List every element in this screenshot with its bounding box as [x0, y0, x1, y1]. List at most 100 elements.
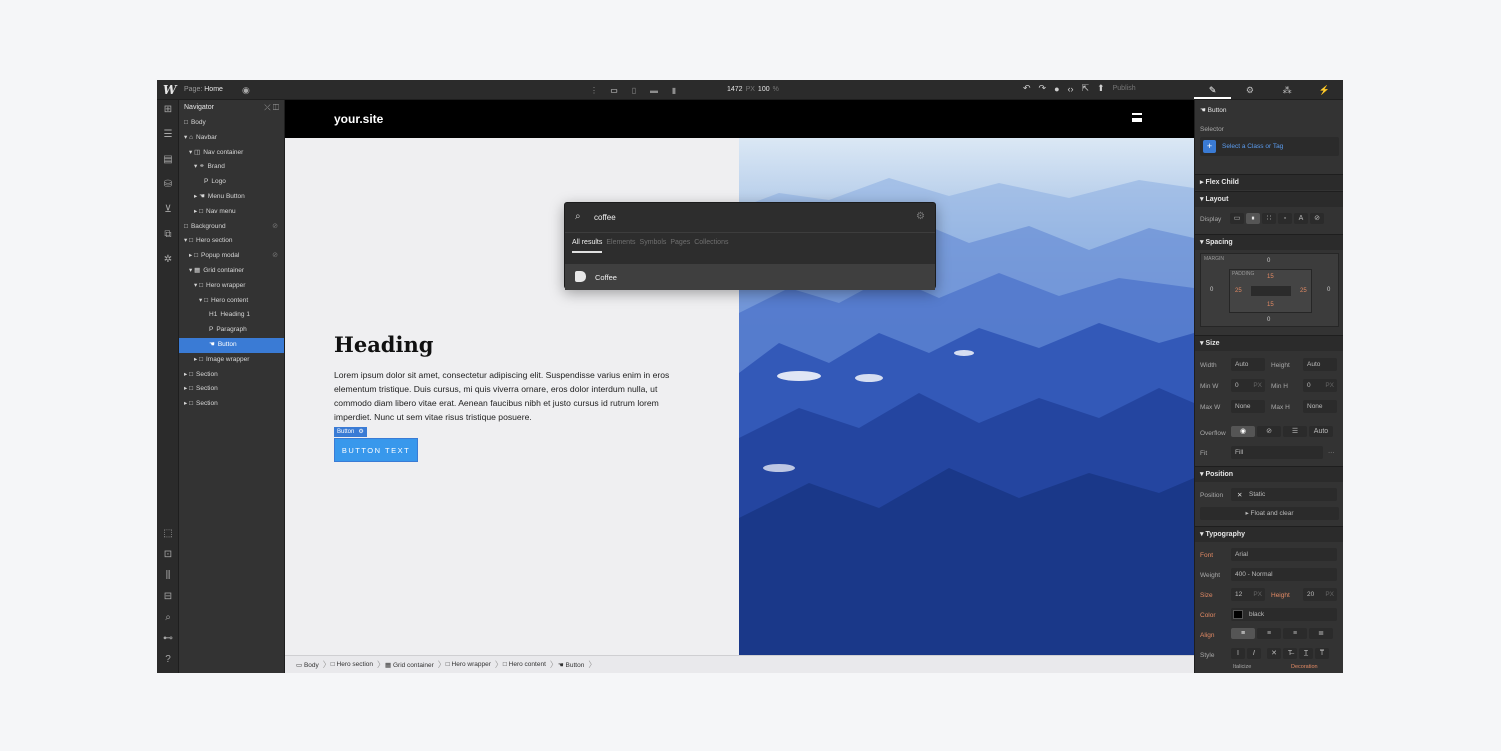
navigator-item[interactable]: ☚ Button — [179, 337, 284, 353]
navigator-item[interactable]: ▸ □ Nav menu — [179, 205, 284, 220]
strikethrough-icon[interactable]: T̶ — [1283, 648, 1297, 659]
section-flex-child[interactable]: ▸ Flex Child — [1195, 174, 1343, 190]
breadcrumb-item[interactable]: ▭ Body — [290, 659, 331, 670]
overline-icon[interactable]: T̅ — [1315, 648, 1329, 659]
margin-right[interactable]: 0 — [1327, 287, 1330, 293]
hidden-eye-off-icon[interactable]: ⊘ — [272, 220, 278, 235]
italic-on-icon[interactable]: 𝐼 — [1247, 648, 1261, 659]
assets-icon[interactable]: ⧉ — [162, 229, 174, 241]
ecommerce-icon[interactable]: ⊻ — [162, 204, 174, 216]
selected-element-tag[interactable]: Button ⚙ — [334, 427, 367, 437]
search-filter-tab[interactable]: Collections — [694, 239, 728, 253]
position-select[interactable]: Static — [1231, 488, 1337, 501]
padding-bottom[interactable]: 15 — [1267, 302, 1274, 308]
navigator-icon[interactable]: ☰ — [162, 129, 174, 141]
padding-left[interactable]: 25 — [1235, 288, 1242, 294]
navigator-item[interactable]: ▸ □ Popup modal ⊘ — [179, 249, 284, 264]
collaborate-icon[interactable]: ● — [1054, 84, 1059, 94]
grid-overlay-icon[interactable]: ⫼ — [162, 570, 174, 582]
publish-button[interactable]: Publish — [1113, 85, 1136, 92]
search-filter-tab[interactable]: All results — [572, 239, 603, 253]
navigator-item[interactable]: ▾ ▦ Grid container — [179, 264, 284, 279]
settings-tab-gear-icon[interactable]: ⚙ — [1231, 80, 1268, 99]
hero-button[interactable]: BUTTON TEXT — [334, 438, 418, 462]
code-icon[interactable]: ‹› — [1068, 84, 1074, 94]
interactions-tab-bolt-icon[interactable]: ⚡ — [1306, 80, 1343, 99]
font-select[interactable]: Arial — [1231, 548, 1337, 561]
redo-icon[interactable]: ↷ — [1039, 83, 1047, 94]
display-none-icon[interactable]: ⊘ — [1310, 213, 1324, 224]
hero-paragraph[interactable]: Lorem ipsum dolor sit amet, consectetur … — [334, 368, 690, 424]
section-size[interactable]: ▾ Size — [1195, 335, 1343, 351]
desktop-breakpoint-icon[interactable]: ▭ — [607, 83, 621, 97]
width-field[interactable]: Auto — [1231, 358, 1265, 371]
cms-icon[interactable]: ⛁ — [162, 179, 174, 191]
overflow-visible-eye-icon[interactable]: ◉ — [1231, 426, 1255, 437]
margin-bottom[interactable]: 0 — [1267, 317, 1270, 323]
navigator-controls[interactable]: ⤫ ◫ — [264, 103, 279, 113]
hamburger-menu-icon[interactable] — [1132, 113, 1142, 122]
navigator-item[interactable]: ▸ □ Section — [179, 368, 284, 383]
search-filter-tab[interactable]: Pages — [670, 239, 690, 253]
display-block-icon[interactable]: ▭ — [1230, 213, 1244, 224]
display-inline-block-icon[interactable]: ▫ — [1278, 213, 1292, 224]
section-position[interactable]: ▾ Position — [1195, 466, 1343, 482]
align-right-icon[interactable]: ≡ — [1283, 628, 1307, 639]
more-breakpoints-icon[interactable]: ⋮ — [587, 83, 601, 97]
breadcrumb-item[interactable]: □ Hero content — [497, 659, 558, 670]
search-icon[interactable]: ⌕ — [162, 612, 174, 624]
max-height-field[interactable]: None — [1303, 400, 1337, 413]
webflow-logo[interactable]: W — [163, 83, 176, 97]
decoration-none-icon[interactable]: ✕ — [1267, 648, 1281, 659]
search-filter-tab[interactable]: Symbols — [640, 239, 667, 253]
xray-icon[interactable]: ⊡ — [162, 549, 174, 561]
padding-box[interactable]: PADDING 15 25 15 25 — [1229, 269, 1312, 313]
mobile-portrait-breakpoint-icon[interactable]: ▮ — [667, 83, 681, 97]
navigator-item[interactable]: H1 Heading 1 — [179, 308, 284, 323]
navigator-item[interactable]: ▾ □ Hero section — [179, 234, 284, 249]
spacing-box-model[interactable]: MARGIN 0 0 0 0 PADDING 15 25 15 25 — [1200, 253, 1339, 327]
overflow-scroll-icon[interactable]: ☰ — [1283, 426, 1307, 437]
display-grid-icon[interactable]: ∷ — [1262, 213, 1276, 224]
float-and-clear-button[interactable]: ▸ Float and clear — [1200, 507, 1339, 520]
search-settings-icon[interactable]: ⚙ — [916, 211, 925, 222]
navigator-item[interactable]: P Logo — [179, 175, 284, 190]
section-spacing[interactable]: ▾ Spacing — [1195, 234, 1343, 250]
settings-icon[interactable]: ✲ — [162, 254, 174, 266]
min-height-field[interactable]: 0 PX — [1303, 379, 1337, 392]
video-tutorial-icon[interactable]: ⊷ — [162, 633, 174, 645]
element-settings-gear-icon[interactable]: ⚙ — [358, 427, 363, 437]
undo-icon[interactable]: ↶ — [1023, 83, 1031, 94]
add-elements-icon[interactable]: ⊞ — [162, 104, 174, 116]
overflow-auto[interactable]: Auto — [1309, 426, 1333, 437]
hidden-eye-off-icon[interactable]: ⊘ — [272, 249, 278, 264]
select-tool-icon[interactable]: ⬚ — [162, 528, 174, 540]
align-left-icon[interactable]: ≡ — [1231, 628, 1255, 639]
underline-icon[interactable]: T̲ — [1299, 648, 1313, 659]
navigator-item[interactable]: □ Body — [179, 116, 284, 131]
site-navbar[interactable]: your.site — [285, 100, 1194, 138]
search-result-item[interactable]: Coffee — [565, 264, 935, 290]
navigator-item[interactable]: ▸ ☚ Menu Button — [179, 190, 284, 205]
padding-right[interactable]: 25 — [1300, 288, 1307, 294]
mobile-landscape-breakpoint-icon[interactable]: ▬ — [647, 83, 661, 97]
pages-icon[interactable]: ▤ — [162, 154, 174, 166]
navigator-item[interactable]: ▸ □ Section — [179, 382, 284, 397]
navigator-item[interactable]: ▾ ◫ Nav container — [179, 146, 284, 161]
margin-top[interactable]: 0 — [1267, 258, 1270, 264]
site-logo[interactable]: your.site — [334, 112, 383, 126]
navigator-item[interactable]: ▾ ⚭ Brand — [179, 160, 284, 175]
weight-select[interactable]: 400 - Normal — [1231, 568, 1337, 581]
breadcrumb-item[interactable]: □ Hero wrapper — [440, 659, 503, 670]
align-justify-icon[interactable]: ≣ — [1309, 628, 1333, 639]
margin-left[interactable]: 0 — [1210, 287, 1213, 293]
section-layout[interactable]: ▾ Layout — [1195, 191, 1343, 207]
height-field[interactable]: Auto — [1303, 358, 1337, 371]
color-field[interactable]: black — [1231, 608, 1337, 621]
export-icon[interactable]: ⇱ — [1082, 83, 1090, 94]
tablet-breakpoint-icon[interactable]: ▯ — [627, 83, 641, 97]
overflow-hidden-icon[interactable]: ⊘ — [1257, 426, 1281, 437]
padding-top[interactable]: 15 — [1267, 274, 1274, 280]
max-width-field[interactable]: None — [1231, 400, 1265, 413]
navigator-item[interactable]: ▸ □ Image wrapper — [179, 353, 284, 368]
